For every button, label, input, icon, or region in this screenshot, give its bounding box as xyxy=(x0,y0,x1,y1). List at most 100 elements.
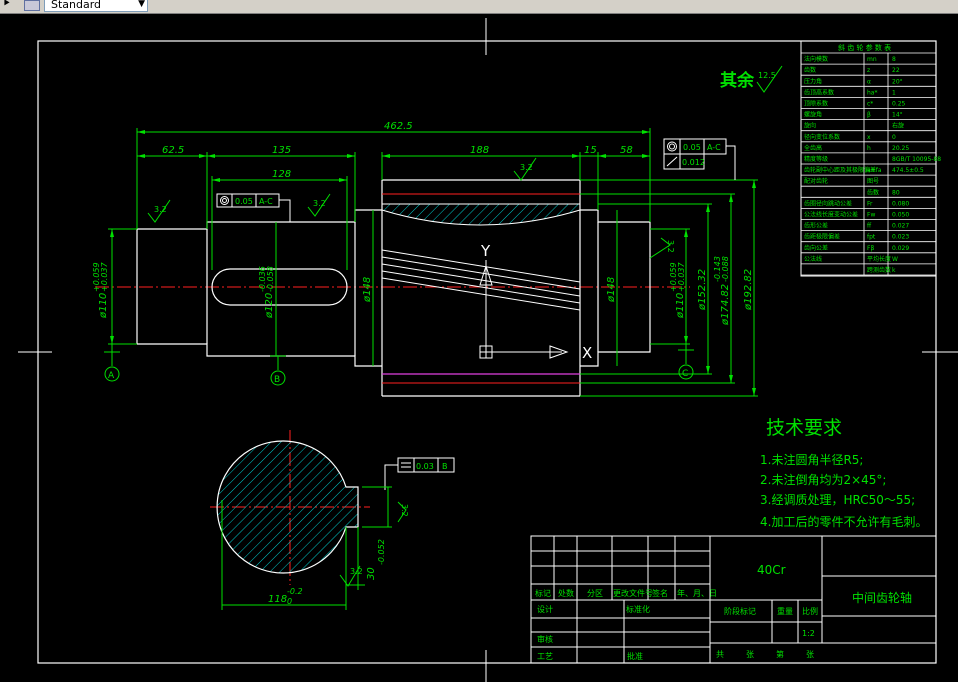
roughness-other-value: 12.5 xyxy=(758,71,776,80)
dim-dia-148-left: ø148 xyxy=(362,277,373,303)
param-name: 顶隙系数 xyxy=(804,100,828,108)
tol-120-lower: -0.058 xyxy=(266,266,275,292)
param-table: 斜 齿 轮 参 数 表 法向模数 mn 8 齿数 z 22 压力角 α 20° 齿顶高系数 ha* 1… xyxy=(800,40,941,277)
dim-128: 128 xyxy=(272,169,291,180)
dim-15: 15 xyxy=(584,145,597,156)
gdt-frames xyxy=(216,138,736,490)
datum-b: B xyxy=(274,375,280,385)
param-symbol: 齿数 xyxy=(867,188,879,196)
param-symbol: β xyxy=(867,112,871,119)
section-tol-lower: 0 xyxy=(287,597,292,606)
param-name: 法向模数 xyxy=(804,55,828,63)
param-value: 80 xyxy=(892,189,900,196)
dim-dia-110-left: ø110 xyxy=(98,293,109,319)
gdt2-value: 0.05 xyxy=(683,143,701,152)
param-name: 齿轮副中心距及其极限偏差 xyxy=(804,166,876,174)
tb-check: 审核 xyxy=(537,634,553,644)
gear-section-hatch xyxy=(381,203,581,226)
dim-overall-length: 462.5 xyxy=(384,121,413,132)
param-value: 0.080 xyxy=(892,200,909,207)
param-value: 1 xyxy=(892,89,896,96)
param-value: 0 xyxy=(892,134,896,141)
tb-hdr: 处数 xyxy=(558,588,574,598)
tb-part-name: 中间齿轮轴 xyxy=(852,590,912,605)
param-value: 22 xyxy=(892,67,900,74)
param-name: 旋向 xyxy=(804,122,816,130)
param-symbol: 跨测齿数 xyxy=(867,266,891,274)
tech-req-item: 3.经调质处理，HRC50～55; xyxy=(760,493,915,507)
param-symbol: 平均长度 xyxy=(867,255,891,263)
param-value: 0.027 xyxy=(892,223,909,230)
param-name: 齿顶高系数 xyxy=(804,88,834,96)
param-value: 0.25 xyxy=(892,101,906,108)
param-table-rows: 法向模数 mn 8 齿数 z 22 压力角 α 20° 齿顶高系数 ha* 1 顶隙系数 c* 0.25 螺旋… xyxy=(801,52,941,276)
toolbar: ⯈ Standard ▼ xyxy=(0,0,958,14)
tech-req-item: 1.未注圆角半径R5; xyxy=(760,452,863,467)
key-tol: -0.052 xyxy=(377,539,386,565)
tb-scale-label: 比例 xyxy=(802,606,818,616)
ucs-x-label: X xyxy=(582,344,592,362)
dim-dia-110-right: ø110 xyxy=(675,293,686,319)
dim-dia-120: ø120 xyxy=(264,293,275,319)
gdt3-value: 0.012 xyxy=(682,158,705,167)
tech-req-item: 2.未注倒角均为2×45°; xyxy=(760,472,886,487)
tb-design: 设计 xyxy=(537,604,553,614)
param-symbol: Fr xyxy=(867,200,873,207)
text-style-icon[interactable] xyxy=(24,0,40,11)
tb-approve: 批准 xyxy=(627,651,643,661)
param-symbol: 图号 xyxy=(867,178,879,185)
datum-a: A xyxy=(108,371,115,381)
tech-req-item: 4.加工后的零件不允许有毛刺。 xyxy=(760,514,927,529)
param-value: 0.050 xyxy=(892,212,909,219)
param-value: 8 xyxy=(892,56,896,63)
param-name: 径向变位系数 xyxy=(804,133,840,141)
toolbar-arrow-icon[interactable]: ⯈ xyxy=(2,0,11,11)
chevron-down-icon[interactable]: ▼ xyxy=(138,0,145,11)
param-value: 0.029 xyxy=(892,245,909,252)
param-value: 20.25 xyxy=(892,145,909,152)
tb-weight: 重量 xyxy=(777,606,793,616)
roughness-b: 3.2 xyxy=(313,199,326,208)
param-symbol: Fβ xyxy=(867,245,874,252)
tb-sheet-total: 共 xyxy=(716,650,724,659)
key-width: 30 xyxy=(366,567,377,580)
param-symbol: z xyxy=(867,67,870,74)
param-name: 全齿高 xyxy=(804,144,822,152)
text-style-combo[interactable]: Standard ▼ xyxy=(44,0,148,12)
param-name: 公法线长度变动公差 xyxy=(804,211,858,219)
param-value: 8GB/T 10095-88 xyxy=(892,156,941,163)
param-symbol: ff xyxy=(867,223,872,230)
param-name: 公法线 xyxy=(804,255,822,263)
tech-requirements: 技术要求 1.未注圆角半径R5; 2.未注倒角均为2×45°; 3.经调质处理，… xyxy=(760,417,927,529)
tb-hdr: 更改文件号 xyxy=(613,588,653,598)
param-symbol: h xyxy=(867,145,871,152)
param-symbol: fpt xyxy=(867,234,876,241)
param-symbol: mn xyxy=(867,56,877,63)
tol-110-right-lower: +0.037 xyxy=(677,261,686,292)
tol-174-lower: -0.088 xyxy=(721,256,730,282)
gdt4-value: 0.03 xyxy=(416,462,434,471)
gdt1-value: 0.05 xyxy=(235,197,253,206)
datum-c: C xyxy=(682,369,688,379)
tb-sheet-unit2: 张 xyxy=(806,650,814,659)
dimension-lines xyxy=(108,128,758,397)
param-symbol: a±fa xyxy=(867,167,882,174)
param-name: 配对齿轮 xyxy=(804,177,828,185)
drawing-canvas[interactable]: Y X 462.5 62.5 135 128 188 15 58 ø110 +0… xyxy=(0,14,958,682)
param-value: 14° xyxy=(892,112,903,119)
tb-scale-value: 1:2 xyxy=(802,629,815,638)
param-name: 齿距极限偏差 xyxy=(804,233,840,241)
dim-dia-148-right: ø148 xyxy=(606,277,617,303)
param-value: k xyxy=(892,267,896,274)
dim-58: 58 xyxy=(620,145,633,156)
tb-sheet-unit1: 张 xyxy=(746,650,754,659)
tol-110-left-lower: +0.037 xyxy=(100,261,109,292)
centerlines xyxy=(95,286,690,585)
param-value: 右旋 xyxy=(892,122,904,130)
tb-stage-mark: 阶段标记 xyxy=(724,606,756,616)
tech-req-title: 技术要求 xyxy=(766,417,842,439)
dim-dia-174: ø174.82 xyxy=(720,284,731,326)
param-name: 齿形公差 xyxy=(804,222,828,230)
gdt4-datum: B xyxy=(442,462,448,471)
param-value: 0.023 xyxy=(892,234,909,241)
